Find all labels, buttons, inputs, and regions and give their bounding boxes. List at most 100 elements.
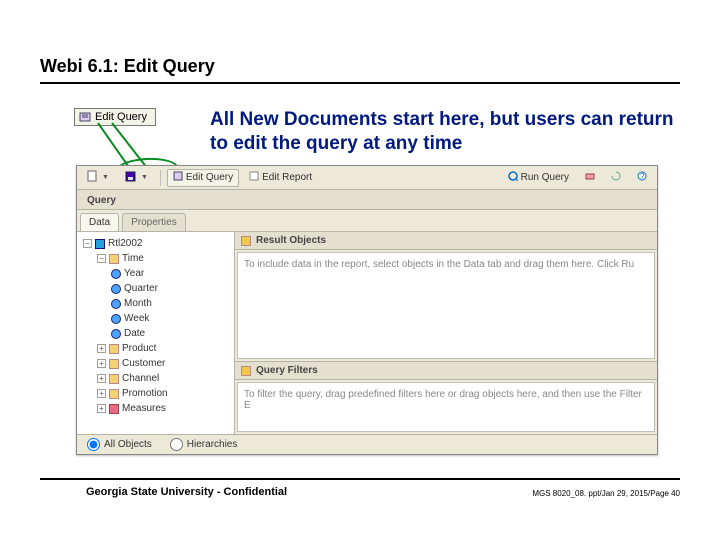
save-button[interactable]: ▼ [119, 169, 154, 187]
chevron-down-icon: ▼ [100, 174, 109, 181]
tree-folder[interactable]: + Promotion [79, 386, 232, 401]
collapse-icon[interactable]: − [97, 254, 106, 263]
dimension-icon [111, 329, 121, 339]
tree-label: Promotion [122, 388, 168, 399]
expand-icon[interactable]: + [97, 359, 106, 368]
tree-label: Channel [122, 373, 159, 384]
query-strip: Query [77, 190, 657, 210]
chevron-down-icon: ▼ [139, 174, 148, 181]
right-pane: Result Objects To include data in the re… [235, 232, 657, 434]
dimension-icon [111, 269, 121, 279]
toolbar-separator [160, 170, 161, 186]
edit-query-icon [173, 171, 183, 184]
tree-label: Month [124, 298, 152, 309]
run-icon [508, 171, 518, 184]
folder-icon [109, 389, 119, 399]
edit-query-icon [79, 111, 91, 123]
tree-label: Time [122, 253, 144, 264]
tab-data[interactable]: Data [80, 213, 119, 231]
help-icon-button[interactable]: ? [631, 169, 653, 187]
sql-icon-button[interactable] [579, 169, 601, 187]
tree-root[interactable]: − Rtl2002 [79, 236, 232, 251]
tree-label: Year [124, 268, 144, 279]
webi-screenshot: ▼ ▼ Edit Query Edit Report Run Query [76, 165, 658, 455]
tab-properties[interactable]: Properties [122, 213, 186, 231]
disk-icon [125, 171, 136, 185]
tree-measures[interactable]: + Measures [79, 401, 232, 416]
folder-icon [109, 359, 119, 369]
report-icon [249, 171, 259, 184]
tree-dim[interactable]: Quarter [79, 281, 232, 296]
tree-dim[interactable]: Date [79, 326, 232, 341]
tree-label: Customer [122, 358, 165, 369]
query-filters-title: Query Filters [256, 365, 318, 376]
radio-hierarchies-label: Hierarchies [187, 439, 238, 450]
measure-icon [109, 404, 119, 414]
filter-icon [241, 366, 251, 376]
result-objects-body[interactable]: To include data in the report, select ob… [237, 252, 655, 359]
tree-folder[interactable]: + Product [79, 341, 232, 356]
help-icon: ? [637, 171, 647, 184]
tree-folder-time[interactable]: − Time [79, 251, 232, 266]
object-tree[interactable]: − Rtl2002 − Time Year Quarter Month Week… [77, 232, 235, 434]
radio-hierarchies-input[interactable] [170, 438, 183, 451]
edit-query-badge-label: Edit Query [95, 111, 147, 123]
dimension-icon [111, 284, 121, 294]
query-strip-label: Query [81, 192, 122, 209]
tree-root-label: Rtl2002 [108, 238, 142, 249]
tree-dim[interactable]: Year [79, 266, 232, 281]
collapse-icon[interactable]: − [83, 239, 92, 248]
toolbar: ▼ ▼ Edit Query Edit Report Run Query [77, 166, 657, 190]
tree-dim[interactable]: Week [79, 311, 232, 326]
tree-label: Date [124, 328, 145, 339]
tree-label: Measures [122, 403, 166, 414]
expand-icon[interactable]: + [97, 404, 106, 413]
query-filters-body[interactable]: To filter the query, drag predefined fil… [237, 382, 655, 432]
result-objects-header: Result Objects [235, 232, 657, 250]
radio-hierarchies[interactable]: Hierarchies [170, 438, 238, 451]
query-filters-header: Query Filters [235, 362, 657, 380]
tab-bar: Data Properties [77, 210, 657, 232]
query-filters-pane: Query Filters To filter the query, drag … [235, 361, 657, 434]
page-icon [87, 170, 97, 185]
folder-icon [109, 374, 119, 384]
edit-query-badge: Edit Query [74, 108, 156, 126]
tree-label: Week [124, 313, 149, 324]
tree-dim[interactable]: Month [79, 296, 232, 311]
slide-title: Webi 6.1: Edit Query [40, 56, 215, 77]
new-doc-button[interactable]: ▼ [81, 169, 115, 187]
tree-folder[interactable]: + Customer [79, 356, 232, 371]
result-icon [241, 236, 251, 246]
scope-radio-row: All Objects Hierarchies [77, 434, 657, 454]
divider-top [40, 82, 680, 84]
folder-icon [109, 254, 119, 264]
cube-icon [95, 239, 105, 249]
tree-label: Product [122, 343, 156, 354]
expand-icon[interactable]: + [97, 344, 106, 353]
annotation-arrow [111, 122, 148, 169]
footer-confidential: Georgia State University - Confidential [86, 486, 287, 498]
dimension-icon [111, 299, 121, 309]
tree-label: Quarter [124, 283, 158, 294]
folder-icon [109, 344, 119, 354]
divider-bottom [40, 478, 680, 480]
refresh-icon-button[interactable] [605, 169, 627, 187]
run-query-button[interactable]: Run Query [502, 169, 575, 187]
expand-icon[interactable]: + [97, 374, 106, 383]
radio-all-objects-label: All Objects [104, 439, 152, 450]
expand-icon[interactable]: + [97, 389, 106, 398]
tree-folder[interactable]: + Channel [79, 371, 232, 386]
edit-report-button[interactable]: Edit Report [243, 169, 318, 187]
footer-page-info: MGS 8020_08. ppt/Jan 29, 2015/Page 40 [532, 489, 680, 498]
edit-report-label: Edit Report [262, 172, 312, 183]
radio-all-objects-input[interactable] [87, 438, 100, 451]
result-objects-title: Result Objects [256, 235, 326, 246]
edit-query-label: Edit Query [186, 172, 233, 183]
refresh-icon [611, 171, 621, 184]
run-query-label: Run Query [521, 172, 569, 183]
result-objects-pane: Result Objects To include data in the re… [235, 232, 657, 361]
edit-query-button[interactable]: Edit Query [167, 169, 239, 187]
radio-all-objects[interactable]: All Objects [87, 438, 152, 451]
sql-icon [585, 171, 595, 184]
dimension-icon [111, 314, 121, 324]
